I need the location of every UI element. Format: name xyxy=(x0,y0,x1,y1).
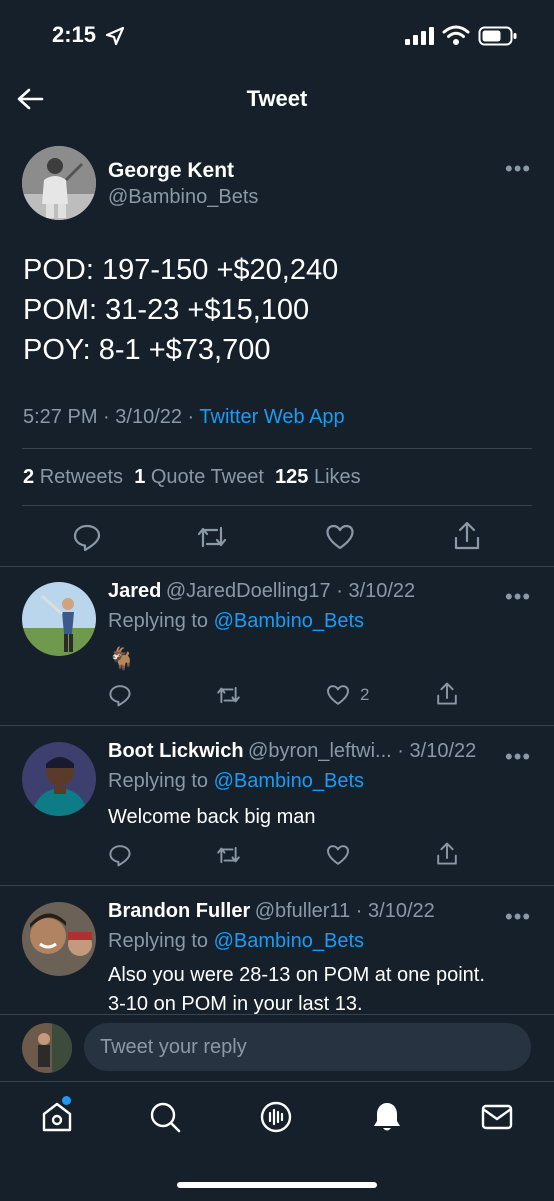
reply-input[interactable]: Tweet your reply xyxy=(84,1023,531,1071)
reply-header: Boot Lickwich @byron_leftwi... · 3/10/22 xyxy=(108,740,477,762)
more-options-icon[interactable]: ••• xyxy=(505,746,531,768)
reply-header: Jared @JaredDoelling17 · 3/10/22 xyxy=(108,580,416,602)
tweet-line-2: POM: 31-23 +$15,100 xyxy=(23,294,310,326)
tweet-time: 5:27 PM xyxy=(23,406,98,428)
retweet-icon[interactable] xyxy=(195,522,229,552)
more-options-icon[interactable]: ••• xyxy=(505,906,531,928)
like-icon[interactable] xyxy=(325,522,355,552)
author-handle[interactable]: @Bambino_Bets xyxy=(108,186,258,209)
reply-author-name[interactable]: Jared xyxy=(108,580,161,602)
divider xyxy=(22,448,532,449)
more-options-icon[interactable]: ••• xyxy=(505,158,531,180)
reply-composer: Tweet your reply xyxy=(0,1014,554,1081)
like-icon[interactable] xyxy=(326,843,350,867)
reply-handle[interactable]: @bfuller11 xyxy=(255,900,351,922)
status-time: 2:15 xyxy=(52,22,97,47)
divider xyxy=(0,566,554,567)
replying-to: Replying to @Bambino_Bets xyxy=(108,770,365,792)
retweets-stat[interactable]: 2 Retweets xyxy=(23,466,123,488)
likes-stat[interactable]: 125 Likes xyxy=(275,466,361,488)
tweet-line-1: POD: 197-150 +$20,240 xyxy=(23,254,339,286)
replying-to-link[interactable]: @Bambino_Bets xyxy=(214,770,364,792)
reply-date: 3/10/22 xyxy=(348,580,416,602)
page-title: Tweet xyxy=(246,86,308,111)
reply-text: Welcome back big man xyxy=(108,806,316,828)
reply-text-line-2: 3-10 on POM in your last 13. xyxy=(108,993,363,1014)
wifi-icon xyxy=(442,24,470,46)
replying-to-link[interactable]: @Bambino_Bets xyxy=(214,610,364,632)
reply-text: 🐐 xyxy=(108,646,136,671)
tweet-line-3: POY: 8-1 +$73,700 xyxy=(23,334,271,366)
share-icon[interactable] xyxy=(435,841,459,867)
replying-to-link[interactable]: @Bambino_Bets xyxy=(214,930,364,952)
reply-handle[interactable]: @byron_leftwi... xyxy=(248,740,392,762)
reply-date: 3/10/22 xyxy=(368,900,435,922)
search-icon[interactable] xyxy=(148,1100,182,1134)
reply-author-name[interactable]: Boot Lickwich xyxy=(108,740,244,762)
reply-icon[interactable] xyxy=(108,843,132,867)
reply-avatar[interactable] xyxy=(22,582,96,656)
tweet-date: 3/10/22 xyxy=(115,406,182,428)
reply-icon[interactable] xyxy=(108,683,132,707)
divider xyxy=(22,505,532,506)
reply-item[interactable]: Brandon Fuller @bfuller11 · 3/10/22 ••• … xyxy=(0,886,554,1014)
replying-to: Replying to @Bambino_Bets xyxy=(108,930,365,952)
reply-handle[interactable]: @JaredDoelling17 xyxy=(166,580,331,602)
like-icon[interactable] xyxy=(326,683,350,707)
divider xyxy=(0,725,554,726)
quotes-stat[interactable]: 1 Quote Tweet xyxy=(134,466,264,488)
reply-avatar[interactable] xyxy=(22,902,96,976)
signal-icon xyxy=(404,26,434,46)
reply-author-name[interactable]: Brandon Fuller xyxy=(108,900,250,922)
author-name[interactable]: George Kent xyxy=(108,159,234,183)
share-icon[interactable] xyxy=(435,681,459,707)
replying-to: Replying to @Bambino_Bets xyxy=(108,610,365,632)
notifications-bell-icon[interactable] xyxy=(370,1100,404,1134)
messages-icon[interactable] xyxy=(480,1102,514,1132)
location-arrow-icon xyxy=(105,26,125,46)
retweet-icon[interactable] xyxy=(215,683,242,707)
home-icon[interactable] xyxy=(40,1100,74,1134)
reply-input-placeholder: Tweet your reply xyxy=(100,1036,247,1058)
reply-text-line-1: Also you were 28-13 on POM at one point. xyxy=(108,964,485,986)
more-options-icon[interactable]: ••• xyxy=(505,586,531,608)
author-avatar[interactable] xyxy=(22,146,96,220)
share-icon[interactable] xyxy=(452,520,482,552)
tweet-timestamp: 5:27 PM · 3/10/22 · Twitter Web App xyxy=(23,406,345,428)
notification-dot xyxy=(62,1096,71,1105)
spaces-icon[interactable] xyxy=(259,1100,293,1134)
tab-bar xyxy=(0,1081,554,1201)
reply-icon[interactable] xyxy=(72,522,102,552)
like-count: 2 xyxy=(360,685,370,704)
current-user-avatar[interactable] xyxy=(22,1023,72,1073)
tweet-source-link[interactable]: Twitter Web App xyxy=(199,406,344,428)
home-indicator xyxy=(177,1182,377,1188)
retweet-icon[interactable] xyxy=(215,843,242,867)
reply-date: 3/10/22 xyxy=(409,740,477,762)
tweet-stats: 2 Retweets 1 Quote Tweet 125 Likes xyxy=(23,466,361,489)
battery-icon xyxy=(478,25,518,47)
reply-header: Brandon Fuller @bfuller11 · 3/10/22 xyxy=(108,900,435,922)
reply-avatar[interactable] xyxy=(22,742,96,816)
